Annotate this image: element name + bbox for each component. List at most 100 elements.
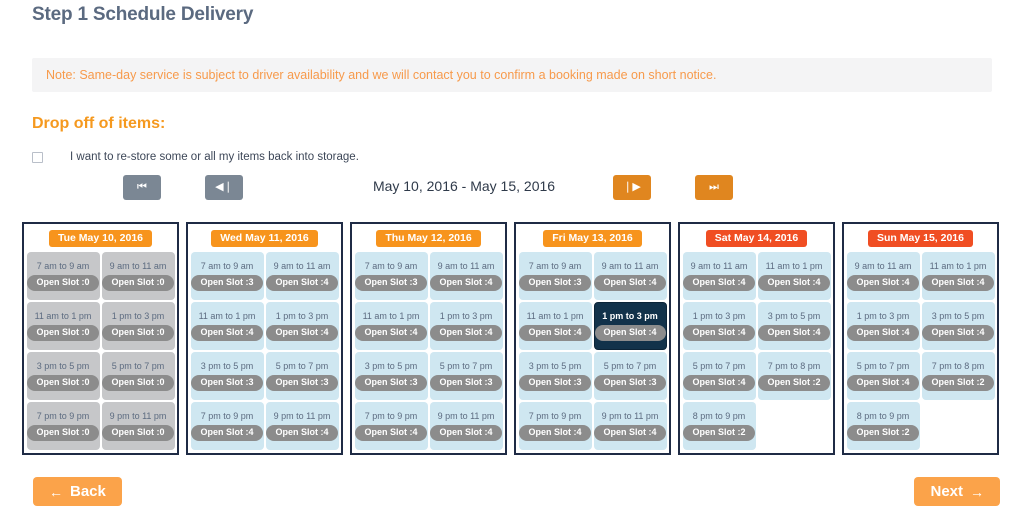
open-slot-badge: Open Slot :4 [594, 274, 666, 291]
restore-checkbox-row[interactable]: I want to re-store some or all my items … [32, 151, 359, 163]
time-slot[interactable]: 9 am to 11 am Open Slot :4 [265, 252, 339, 300]
time-slot[interactable]: 7 pm to 9 pm Open Slot :4 [190, 402, 264, 450]
time-slot[interactable]: 3 pm to 5 pm Open Slot :4 [757, 302, 831, 350]
open-slot-badge: Open Slot :0 [102, 374, 174, 391]
time-slot[interactable]: 7 pm to 9 pm Open Slot :4 [518, 402, 592, 450]
time-slot[interactable]: 9 pm to 11 pm Open Slot :4 [593, 402, 667, 450]
open-slot-badge: Open Slot :0 [27, 374, 99, 391]
time-slot[interactable]: 1 pm to 3 pm Open Slot :4 [265, 302, 339, 350]
open-slot-badge: Open Slot :3 [519, 374, 591, 391]
open-slot-badge: Open Slot :4 [266, 324, 338, 341]
time-slot[interactable]: 3 pm to 5 pm Open Slot :3 [190, 352, 264, 400]
time-slot-range: 3 pm to 5 pm [767, 310, 821, 321]
time-slot[interactable]: 7 pm to 8 pm Open Slot :2 [757, 352, 831, 400]
time-slot[interactable]: 3 pm to 5 pm Open Slot :3 [354, 352, 428, 400]
time-slot-range: 9 am to 11 am [273, 260, 331, 271]
time-slot[interactable]: 5 pm to 7 pm Open Slot :3 [593, 352, 667, 400]
restore-checkbox[interactable] [32, 151, 43, 163]
time-slot-range: 1 pm to 3 pm [111, 310, 165, 321]
day-column: Sat May 14, 2016 9 am to 11 am Open Slot :… [678, 222, 835, 455]
time-slot-range: 5 pm to 7 pm [275, 360, 329, 371]
page-title: Step 1 Schedule Delivery [32, 4, 254, 25]
open-slot-badge: Open Slot :0 [27, 274, 99, 291]
time-slot: 9 pm to 11 pm Open Slot :0 [101, 402, 175, 450]
time-slot[interactable]: 7 am to 9 am Open Slot :3 [354, 252, 428, 300]
open-slot-badge: Open Slot :4 [683, 324, 755, 341]
time-slot-range: 5 pm to 7 pm [439, 360, 493, 371]
arrow-left-icon: ← [49, 483, 63, 500]
time-slot-range: 5 pm to 7 pm [856, 360, 910, 371]
schedule-delivery-page: Step 1 Schedule Delivery Note: Same-day … [0, 0, 1024, 517]
skip-to-first-week-button[interactable]: ⏮ [123, 175, 161, 200]
day-column: Sun May 15, 2016 9 am to 11 am Open Slot :… [842, 222, 999, 455]
next-button[interactable]: Next → [914, 477, 1000, 506]
open-slot-badge: Open Slot :4 [758, 274, 830, 291]
time-slot[interactable]: 11 am to 1 pm Open Slot :4 [518, 302, 592, 350]
time-slot-range: 7 pm to 9 pm [36, 410, 90, 421]
slot-placeholder [758, 402, 831, 450]
time-slot[interactable]: 1 pm to 3 pm Open Slot :4 [593, 302, 667, 350]
time-slot[interactable]: 8 pm to 9 pm Open Slot :2 [846, 402, 920, 450]
time-slot-range: 5 pm to 7 pm [111, 360, 165, 371]
time-slot-range: 3 pm to 5 pm [364, 360, 418, 371]
time-slot-range: 11 am to 1 pm [526, 310, 584, 321]
open-slot-badge: Open Slot :3 [191, 374, 263, 391]
time-slot: 7 pm to 9 pm Open Slot :0 [26, 402, 100, 450]
time-slot[interactable]: 1 pm to 3 pm Open Slot :4 [846, 302, 920, 350]
time-slot[interactable]: 11 am to 1 pm Open Slot :4 [757, 252, 831, 300]
time-slot-range: 7 pm to 8 pm [767, 360, 821, 371]
back-button[interactable]: ← Back [33, 477, 122, 506]
time-slot[interactable]: 9 am to 11 am Open Slot :4 [682, 252, 756, 300]
delivery-slot-calendar: Tue May 10, 2016 7 am to 9 am Open Slot :0… [22, 222, 1002, 455]
day-header-badge: Fri May 13, 2016 [543, 230, 642, 247]
time-slot-range: 7 am to 9 am [364, 260, 418, 271]
time-slot-range: 8 pm to 9 pm [856, 410, 910, 421]
time-slot[interactable]: 5 pm to 7 pm Open Slot :4 [846, 352, 920, 400]
time-slot[interactable]: 3 pm to 5 pm Open Slot :4 [921, 302, 995, 350]
time-slot-range: 5 pm to 7 pm [603, 360, 657, 371]
time-slot-range: 3 pm to 5 pm [36, 360, 90, 371]
time-slot[interactable]: 3 pm to 5 pm Open Slot :3 [518, 352, 592, 400]
open-slot-badge: Open Slot :4 [355, 324, 427, 341]
open-slot-badge: Open Slot :0 [27, 424, 99, 441]
time-slot[interactable]: 9 am to 11 am Open Slot :4 [429, 252, 503, 300]
day-column: Tue May 10, 2016 7 am to 9 am Open Slot :0… [22, 222, 179, 455]
time-slot[interactable]: 11 am to 1 pm Open Slot :4 [921, 252, 995, 300]
open-slot-badge: Open Slot :2 [683, 424, 755, 441]
time-slot[interactable]: 7 pm to 8 pm Open Slot :2 [921, 352, 995, 400]
time-slot-range: 7 pm to 9 pm [528, 410, 582, 421]
previous-week-button[interactable]: ◀❘ [205, 175, 243, 200]
open-slot-badge: Open Slot :3 [266, 374, 338, 391]
open-slot-badge: Open Slot :4 [922, 324, 994, 341]
slot-grid: 7 am to 9 am Open Slot :0 9 am to 11 am Ope… [26, 252, 175, 450]
open-slot-badge: Open Slot :4 [191, 324, 263, 341]
time-slot[interactable]: 9 am to 11 am Open Slot :4 [593, 252, 667, 300]
open-slot-badge: Open Slot :4 [430, 424, 502, 441]
time-slot[interactable]: 11 am to 1 pm Open Slot :4 [190, 302, 264, 350]
time-slot[interactable]: 7 pm to 9 pm Open Slot :4 [354, 402, 428, 450]
time-slot[interactable]: 7 am to 9 am Open Slot :3 [190, 252, 264, 300]
time-slot[interactable]: 8 pm to 9 pm Open Slot :2 [682, 402, 756, 450]
time-slot[interactable]: 9 pm to 11 pm Open Slot :4 [265, 402, 339, 450]
open-slot-badge: Open Slot :2 [922, 374, 994, 391]
time-slot[interactable]: 5 pm to 7 pm Open Slot :4 [682, 352, 756, 400]
time-slot-range: 7 am to 9 am [36, 260, 90, 271]
open-slot-badge: Open Slot :4 [519, 324, 591, 341]
skip-to-last-week-button[interactable]: ⏭ [695, 175, 733, 200]
time-slot[interactable]: 5 pm to 7 pm Open Slot :3 [265, 352, 339, 400]
time-slot[interactable]: 5 pm to 7 pm Open Slot :3 [429, 352, 503, 400]
time-slot-range: 1 pm to 3 pm [275, 310, 329, 321]
time-slot[interactable]: 11 am to 1 pm Open Slot :4 [354, 302, 428, 350]
note-text: Note: Same-day service is subject to dri… [46, 68, 717, 82]
time-slot-range: 7 am to 9 am [528, 260, 582, 271]
time-slot[interactable]: 9 pm to 11 pm Open Slot :4 [429, 402, 503, 450]
open-slot-badge: Open Slot :4 [683, 374, 755, 391]
time-slot[interactable]: 7 am to 9 am Open Slot :3 [518, 252, 592, 300]
day-header-badge: Sat May 14, 2016 [705, 230, 808, 247]
time-slot-range: 9 am to 11 am [109, 260, 167, 271]
time-slot[interactable]: 1 pm to 3 pm Open Slot :4 [429, 302, 503, 350]
next-week-button[interactable]: ❘▶ [613, 175, 651, 200]
time-slot-range: 9 pm to 11 pm [273, 410, 331, 421]
time-slot[interactable]: 9 am to 11 am Open Slot :4 [846, 252, 920, 300]
time-slot[interactable]: 1 pm to 3 pm Open Slot :4 [682, 302, 756, 350]
